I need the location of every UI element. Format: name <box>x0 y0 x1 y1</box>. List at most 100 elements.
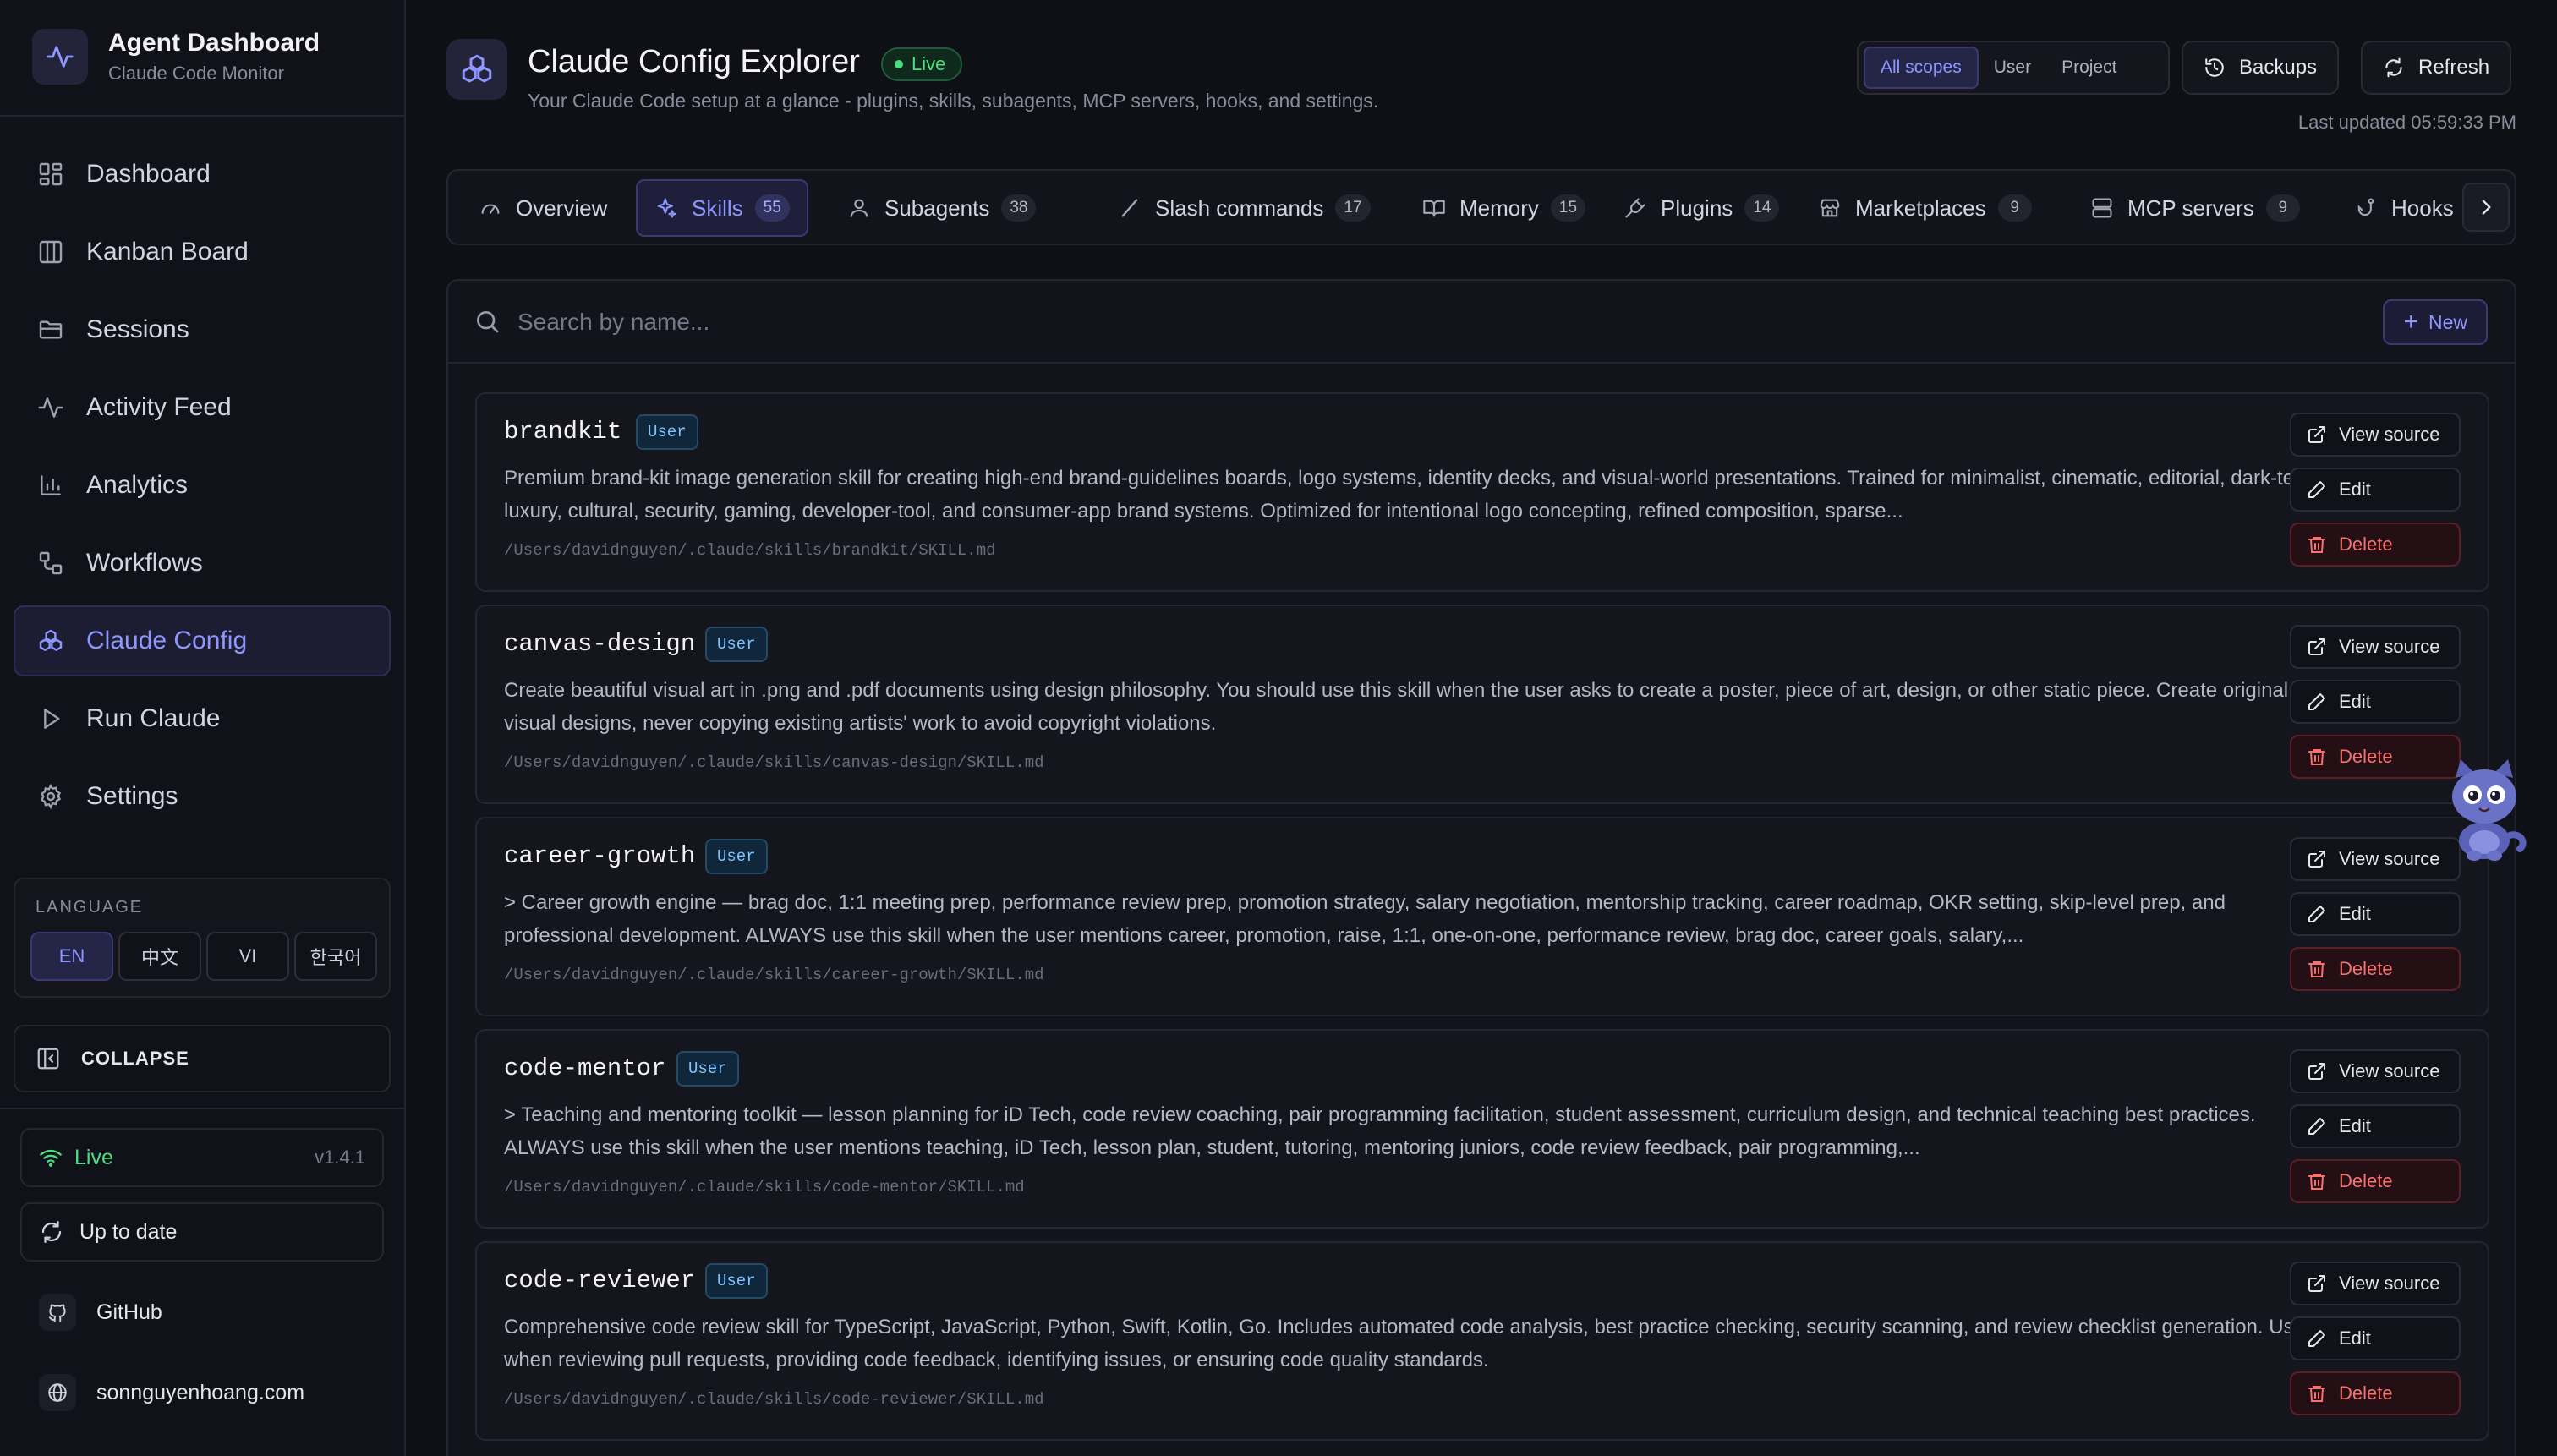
trash-icon <box>2307 1383 2327 1404</box>
delete-button[interactable]: Delete <box>2290 947 2461 991</box>
view-source-button[interactable]: View source <box>2290 837 2461 881</box>
skill-name: code-mentor <box>504 1054 666 1082</box>
language-vi-button[interactable]: VI <box>206 932 289 981</box>
new-skill-button[interactable]: + New <box>2383 299 2488 345</box>
delete-label: Delete <box>2339 534 2393 555</box>
tab-plugins[interactable]: Plugins 14 <box>1605 179 1798 237</box>
skill-description: > Career growth engine — brag doc, 1:1 m… <box>504 891 2226 947</box>
sidebar-item-activity-feed[interactable]: Activity Feed <box>14 372 391 443</box>
trash-icon <box>2307 534 2327 555</box>
version-label: v1.4.1 <box>315 1147 365 1168</box>
page-subtitle: Your Claude Code setup at a glance - plu… <box>528 90 1379 112</box>
edit-button[interactable]: Edit <box>2290 1316 2461 1360</box>
sidebar-item-settings[interactable]: Settings <box>14 761 391 832</box>
delete-button[interactable]: Delete <box>2290 735 2461 779</box>
tab-label: Slash commands <box>1155 194 1324 221</box>
search-input[interactable] <box>517 299 2209 345</box>
github-link[interactable]: GitHub <box>39 1294 162 1331</box>
scope-project-button[interactable]: Project <box>2046 47 2132 89</box>
folder-icon <box>37 316 64 343</box>
history-icon <box>2204 57 2226 79</box>
delete-label: Delete <box>2339 746 2393 767</box>
config-tabs: Overview Skills 55 Subagents 38 Slash co… <box>446 169 2516 245</box>
skill-path: /Users/davidnguyen/.claude/skills/code-r… <box>504 1390 1044 1409</box>
edit-button[interactable]: Edit <box>2290 1104 2461 1148</box>
live-status-label: Live <box>74 1145 113 1169</box>
skill-name: brandkit <box>504 418 622 446</box>
delete-button[interactable]: Delete <box>2290 1371 2461 1415</box>
website-link[interactable]: sonnguyenhoang.com <box>39 1374 304 1411</box>
view-source-button[interactable]: View source <box>2290 1262 2461 1305</box>
view-source-button[interactable]: View source <box>2290 413 2461 457</box>
tab-label: Memory <box>1459 194 1539 221</box>
tabs-scroll-right-button[interactable] <box>2462 183 2510 232</box>
update-status-button[interactable]: Up to date <box>20 1202 384 1262</box>
skill-description: Premium brand-kit image generation skill… <box>504 467 2322 523</box>
skill-description: Comprehensive code review skill for Type… <box>504 1316 2305 1371</box>
sidebar-item-label: Workflows <box>86 549 203 577</box>
skill-name: code-reviewer <box>504 1267 696 1295</box>
language-en-button[interactable]: EN <box>30 932 113 981</box>
delete-label: Delete <box>2339 1382 2393 1404</box>
delete-button[interactable]: Delete <box>2290 1159 2461 1203</box>
pencil-icon <box>2307 479 2327 500</box>
sidebar-item-dashboard[interactable]: Dashboard <box>14 139 391 210</box>
sidebar-item-kanban-board[interactable]: Kanban Board <box>14 216 391 287</box>
plus-icon: + <box>2403 308 2418 336</box>
scope-all-button[interactable]: All scopes <box>1864 47 1979 89</box>
edit-button[interactable]: Edit <box>2290 892 2461 936</box>
github-icon <box>39 1294 76 1331</box>
language-ko-button[interactable]: 한국어 <box>294 932 377 981</box>
boxes-icon <box>37 627 64 654</box>
delete-button[interactable]: Delete <box>2290 523 2461 567</box>
language-zh-button[interactable]: 中文 <box>118 932 201 981</box>
edit-button[interactable]: Edit <box>2290 680 2461 724</box>
tab-count-badge: 9 <box>2265 194 2300 222</box>
sidebar-item-analytics[interactable]: Analytics <box>14 450 391 521</box>
view-source-button[interactable]: View source <box>2290 1049 2461 1093</box>
view-source-button[interactable]: View source <box>2290 625 2461 669</box>
activity-logo-icon <box>32 29 88 85</box>
cat-mascot-icon[interactable] <box>2442 759 2532 861</box>
skill-path: /Users/davidnguyen/.claude/skills/career… <box>504 966 1044 984</box>
skill-description: Create beautiful visual art in .png and … <box>504 679 2289 735</box>
skill-path: /Users/davidnguyen/.claude/skills/code-m… <box>504 1178 1025 1196</box>
tab-memory[interactable]: Memory 15 <box>1404 179 1604 237</box>
tab-hooks[interactable]: Hooks <box>2335 179 2472 237</box>
brand[interactable]: Agent Dashboard Claude Code Monitor <box>32 29 320 85</box>
tab-count-badge: 38 <box>1001 194 1037 222</box>
external-link-icon <box>2307 637 2327 657</box>
refresh-button[interactable]: Refresh <box>2361 41 2512 95</box>
sidebar-item-workflows[interactable]: Workflows <box>14 528 391 599</box>
tab-subagents[interactable]: Subagents 38 <box>829 179 1054 237</box>
tab-marketplaces[interactable]: Marketplaces 9 <box>1799 179 2051 237</box>
slash-icon <box>1118 196 1142 220</box>
edit-button[interactable]: Edit <box>2290 468 2461 512</box>
sidebar-item-sessions[interactable]: Sessions <box>14 294 391 365</box>
sidebar-item-label: Settings <box>86 782 178 810</box>
skill-name: career-growth <box>504 842 696 870</box>
tab-skills[interactable]: Skills 55 <box>636 179 808 237</box>
scope-user-button[interactable]: User <box>1979 47 2046 89</box>
skill-description: > Teaching and mentoring toolkit — lesso… <box>504 1103 2256 1159</box>
scope-badge: User <box>705 1263 768 1299</box>
search-bar: + New <box>448 281 2515 364</box>
refresh-icon <box>2383 57 2405 79</box>
external-link-icon <box>2307 424 2327 445</box>
tab-overview[interactable]: Overview <box>460 179 626 237</box>
sidebar-item-label: Analytics <box>86 471 189 499</box>
trash-icon <box>2307 1171 2327 1191</box>
edit-label: Edit <box>2339 1115 2371 1136</box>
collapse-label: COLLAPSE <box>81 1048 189 1069</box>
sidebar-item-claude-config[interactable]: Claude Config <box>14 605 391 676</box>
tab-slash-commands[interactable]: Slash commands 17 <box>1099 179 1389 237</box>
sidebar-item-run-claude[interactable]: Run Claude <box>14 683 391 754</box>
collapse-button[interactable]: COLLAPSE <box>14 1025 391 1092</box>
backups-button[interactable]: Backups <box>2182 41 2340 95</box>
tab-mcp-servers[interactable]: MCP servers 9 <box>2072 179 2319 237</box>
plug-icon <box>1623 196 1647 220</box>
bar-chart-icon <box>37 472 64 499</box>
hook-icon <box>2354 196 2378 220</box>
edit-label: Edit <box>2339 903 2371 924</box>
sidebar-item-label: Dashboard <box>86 160 211 188</box>
